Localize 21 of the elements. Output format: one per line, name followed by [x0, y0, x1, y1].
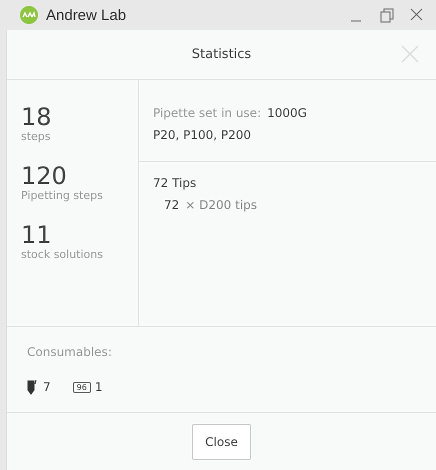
stat-value: 18	[21, 104, 53, 130]
consumables-label: Consumables:	[27, 345, 113, 359]
stat-label: stock solutions	[21, 248, 104, 261]
tube-icon	[27, 379, 39, 395]
stat-label: Pipetting steps	[21, 189, 104, 202]
pipette-set-value: 1000G	[267, 106, 307, 120]
tip-description: × D200 tips	[185, 198, 258, 212]
tips-total: 72 Tips	[153, 176, 198, 190]
consumable-count: 1	[94, 380, 102, 394]
stat-label: steps	[21, 130, 52, 143]
consumable-count: 7	[43, 380, 51, 394]
close-button[interactable]: Close	[192, 424, 251, 460]
stat-value: 120	[21, 163, 68, 189]
tip-count: 72	[164, 198, 180, 212]
app-logo-icon	[20, 6, 38, 24]
pipette-set-label: Pipette set in use:	[153, 106, 262, 120]
plate-icon: 96	[72, 382, 91, 392]
stat-value: 11	[21, 222, 53, 248]
dialog-title: Statistics	[192, 47, 252, 62]
pipette-models: P20, P100, P200	[153, 128, 252, 142]
window-title: Andrew Lab	[46, 6, 128, 24]
